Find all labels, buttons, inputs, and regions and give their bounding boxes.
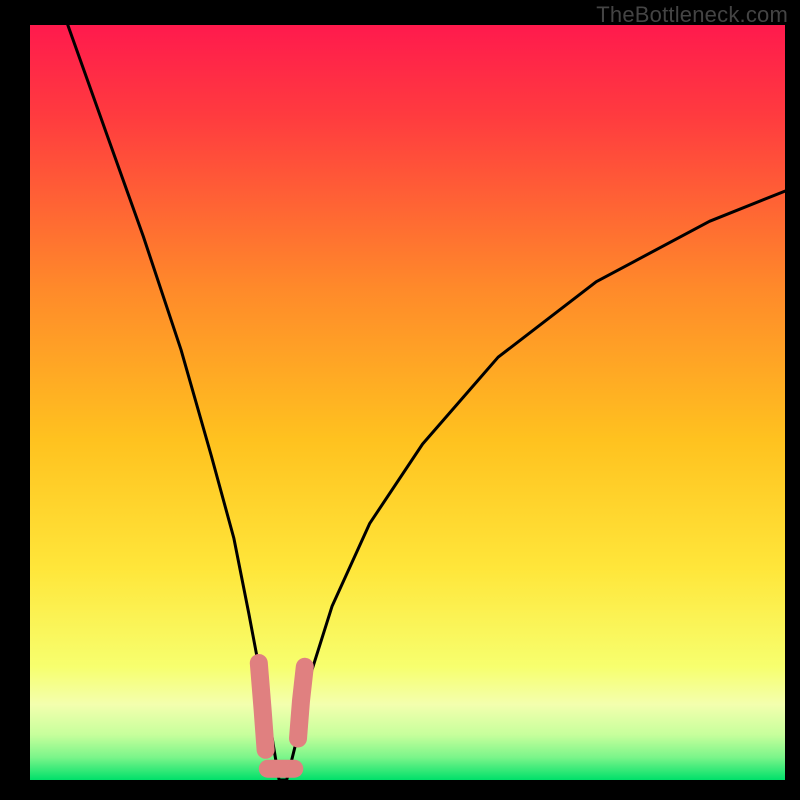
highlight-segment (259, 663, 266, 750)
plot-background (30, 25, 785, 780)
watermark-text: TheBottleneck.com (596, 2, 788, 28)
bottleneck-chart (0, 0, 800, 800)
chart-frame: TheBottleneck.com (0, 0, 800, 800)
highlight-segment (298, 667, 305, 739)
